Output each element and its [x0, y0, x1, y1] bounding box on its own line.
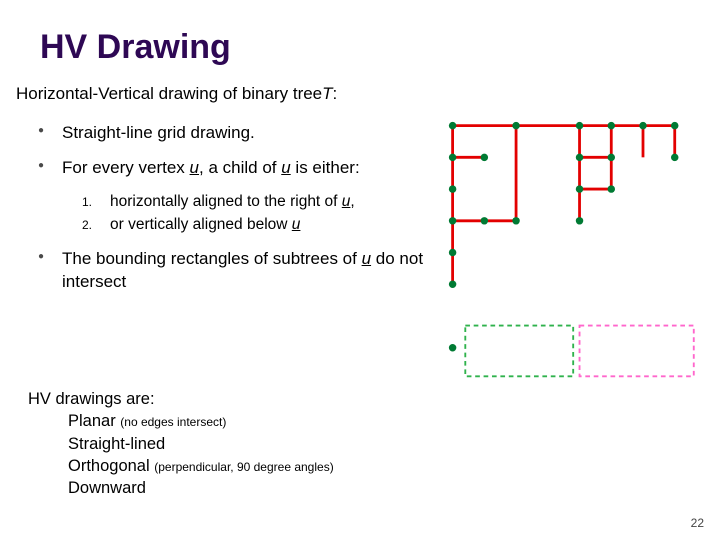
bullet-2: For every vertex u, a child of u is eith… [38, 157, 438, 180]
bullet-2-u2: u [281, 158, 290, 177]
bullet-1-text: Straight-line grid drawing. [62, 123, 255, 142]
subtitle-suffix: : [333, 84, 338, 103]
hv-p4: Downward [68, 477, 334, 499]
subitem-2: 2. or vertically aligned below u [82, 215, 438, 236]
subitem-1-a: horizontally aligned to the right of [110, 193, 342, 210]
bullet-2-u1: u [190, 158, 199, 177]
subitem-2-num: 2. [82, 217, 92, 233]
hv-block: HV drawings are: Planar (no edges inters… [28, 388, 334, 499]
hv-head: HV drawings are: [28, 388, 334, 410]
slide-title: HV Drawing [40, 28, 231, 67]
content-block: Straight-line grid drawing. For every ve… [38, 122, 438, 306]
subtitle-var: T [322, 84, 332, 103]
hv-p3-paren: (perpendicular, 90 degree angles) [154, 460, 333, 474]
page-number: 22 [691, 516, 704, 530]
bullet-2-b: , a child of [199, 158, 281, 177]
bullet-1: Straight-line grid drawing. [38, 122, 438, 145]
slide-subtitle: Horizontal-Vertical drawing of binary tr… [16, 84, 337, 104]
bullet-2-a: For every vertex [62, 158, 190, 177]
subitem-2-u: u [292, 216, 301, 233]
subitem-1-b: , [350, 193, 354, 210]
subitem-1-num: 1. [82, 194, 92, 210]
subitem-2-a: or vertically aligned below [110, 216, 292, 233]
bullet-3: The bounding rectangles of subtrees of u… [38, 248, 438, 294]
hv-p1-paren: (no edges intersect) [120, 415, 226, 429]
hv-p3: Orthogonal (perpendicular, 90 degree ang… [68, 455, 334, 477]
hv-p1: Planar (no edges intersect) [68, 410, 334, 432]
subtitle-prefix: Horizontal-Vertical drawing of binary tr… [16, 84, 322, 103]
hv-p3-label: Orthogonal [68, 457, 154, 475]
hv-props: Planar (no edges intersect) Straight-lin… [68, 410, 334, 499]
hv-p1-label: Planar [68, 412, 120, 430]
bullet-3-u: u [362, 249, 371, 268]
subitem-1: 1. horizontally aligned to the right of … [82, 192, 438, 213]
hv-p2: Straight-lined [68, 433, 334, 455]
bullet-2-c: is either: [291, 158, 360, 177]
bullet-3-a: The bounding rectangles of subtrees of [62, 249, 362, 268]
hv-diagram [438, 120, 708, 400]
sublist: 1. horizontally aligned to the right of … [82, 192, 438, 236]
